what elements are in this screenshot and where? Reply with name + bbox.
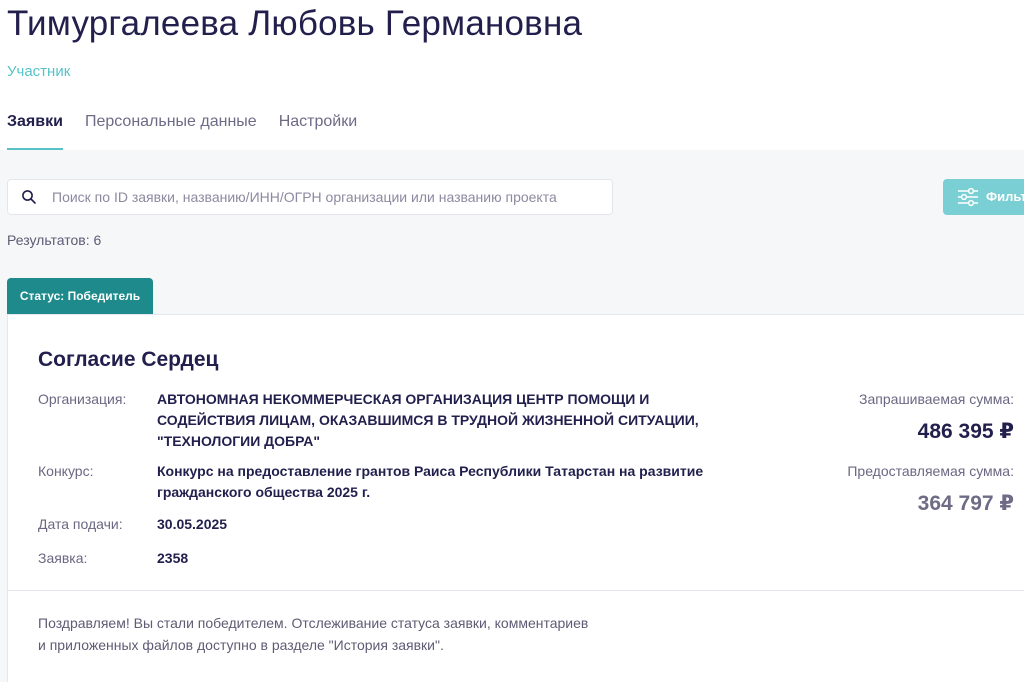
results-count: Результатов: 6 (7, 232, 102, 248)
applications-panel: Фильтр Результатов: 6 Статус: Победитель… (0, 150, 1024, 682)
search-box[interactable] (7, 179, 613, 215)
card-divider (8, 590, 1024, 591)
submission-date-value: 30.05.2025 (157, 516, 228, 532)
user-role: Участник (7, 63, 71, 80)
contest-value: Конкурс на предоставление грантов Раиса … (157, 463, 704, 500)
tab-bar: Заявки Персональные данные Настройки (7, 112, 379, 150)
sliders-icon (958, 187, 978, 207)
contest-label: Конкурс: (38, 463, 94, 479)
winner-notice: Поздравляем! Вы стали победителем. Отсле… (38, 615, 589, 653)
filter-button-label: Фильтр (986, 189, 1024, 204)
tab-settings[interactable]: Настройки (279, 112, 357, 150)
organization-label: Организация: (38, 391, 127, 407)
status-tab-winner[interactable]: Статус: Победитель (7, 278, 153, 314)
page: Тимургалеева Любовь Германовна Участник … (0, 0, 1024, 682)
organization-value: АВТОНОМНАЯ НЕКОММЕРЧЕСКАЯ ОРГАНИЗАЦИЯ ЦЕ… (157, 391, 699, 449)
filter-button[interactable]: Фильтр (943, 179, 1024, 215)
application-id-label: Заявка: (38, 550, 88, 566)
search-icon (22, 190, 36, 204)
granted-amount: 364 797 ₽ (917, 492, 1014, 515)
requested-amount-label: Запрашиваемая сумма: (859, 391, 1014, 407)
granted-amount-label: Предоставляемая сумма: (847, 463, 1014, 479)
project-title: Согласие Сердец (38, 348, 219, 371)
user-name: Тимургалеева Любовь Германовна (7, 4, 583, 43)
application-card[interactable]: Согласие Сердец Организация: АВТОНОМНАЯ … (7, 314, 1024, 682)
submission-date-label: Дата подачи: (38, 516, 123, 532)
profile-header: Тимургалеева Любовь Германовна Участник … (0, 0, 1024, 150)
search-input[interactable] (52, 180, 602, 214)
application-id-value: 2358 (157, 550, 189, 566)
requested-amount: 486 395 ₽ (917, 420, 1014, 443)
tab-applications[interactable]: Заявки (7, 112, 63, 150)
tab-personal-data[interactable]: Персональные данные (85, 112, 257, 150)
